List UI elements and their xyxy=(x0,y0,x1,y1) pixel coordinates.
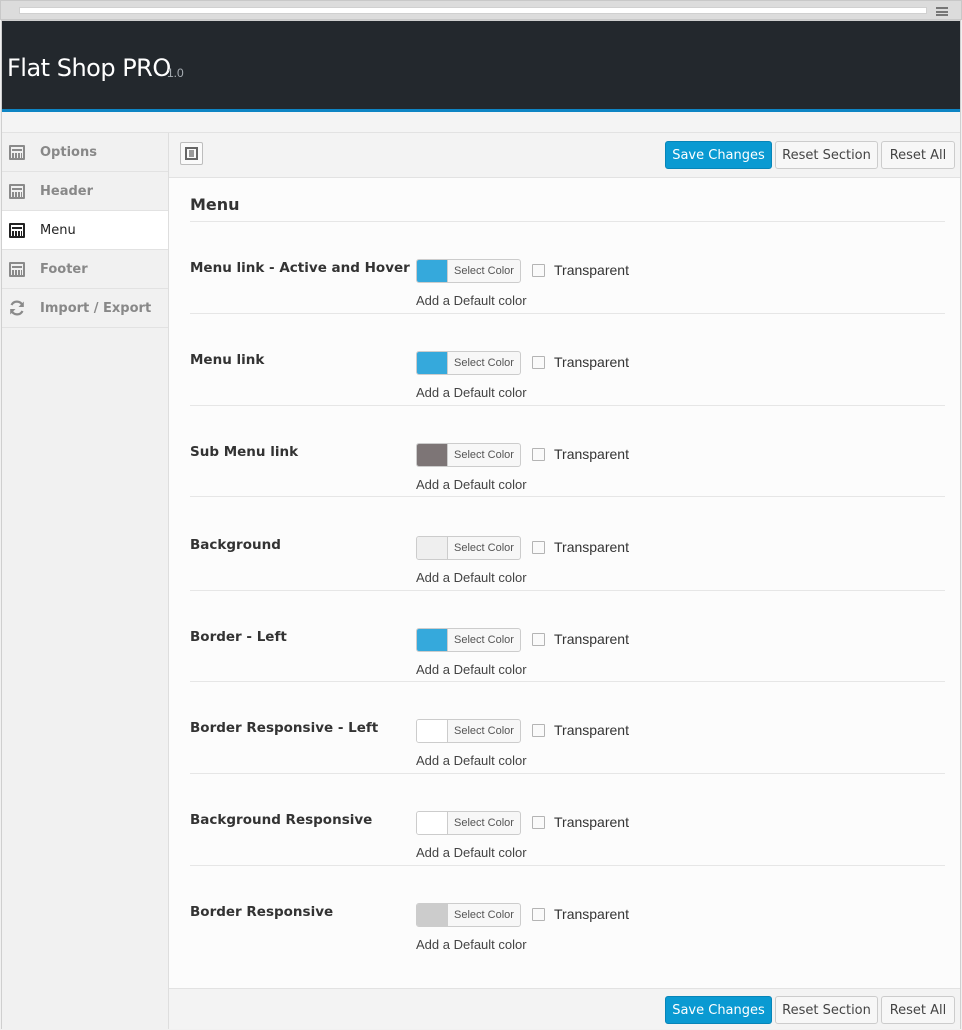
add-default-color-link[interactable]: Add a Default color xyxy=(416,570,527,585)
app-header: Flat Shop PRO 1.0 xyxy=(2,21,960,112)
transparent-label: Transparent xyxy=(554,354,629,370)
bottom-toolbar: Save Changes Reset Section Reset All xyxy=(169,988,960,1029)
select-color-label: Select Color xyxy=(454,542,514,554)
transparent-checkbox[interactable] xyxy=(532,816,545,829)
select-color-button[interactable]: Select Color xyxy=(416,351,521,375)
sidebar-item-label: Footer xyxy=(40,261,88,277)
field-label: Border - Left xyxy=(190,629,287,645)
save-button[interactable]: Save Changes xyxy=(665,996,772,1024)
save-button[interactable]: Save Changes xyxy=(665,141,772,169)
window-icon xyxy=(8,143,26,161)
select-color-label: Select Color xyxy=(454,634,514,646)
transparent-label: Transparent xyxy=(554,814,629,830)
field-label: Menu link - Active and Hover xyxy=(190,260,410,276)
sidebar-item-import-export[interactable]: Import / Export xyxy=(2,289,168,328)
transparent-label: Transparent xyxy=(554,906,629,922)
select-color-button[interactable]: Select Color xyxy=(416,443,521,467)
transparent-label: Transparent xyxy=(554,262,629,278)
transparent-checkbox[interactable] xyxy=(532,633,545,646)
color-swatch xyxy=(417,352,448,374)
add-default-color-link[interactable]: Add a Default color xyxy=(416,662,527,677)
top-toolbar: Save Changes Reset Section Reset All xyxy=(169,133,960,178)
field-label: Background xyxy=(190,537,281,553)
sidebar-item-label: Header xyxy=(40,183,94,199)
color-field-row: Border Responsive Select Color Transparent… xyxy=(190,866,945,958)
transparent-checkbox[interactable] xyxy=(532,264,545,277)
color-swatch xyxy=(417,720,448,742)
color-field-row: Menu link - Active and Hover Select Color… xyxy=(190,222,945,314)
select-color-button[interactable]: Select Color xyxy=(416,811,521,835)
reset-section-button[interactable]: Reset Section xyxy=(775,996,878,1024)
field-label: Border Responsive - Left xyxy=(190,720,379,736)
select-color-label: Select Color xyxy=(454,265,514,277)
sidebar-item-footer[interactable]: Footer xyxy=(2,250,168,289)
menu-icon[interactable] xyxy=(936,7,948,16)
add-default-color-link[interactable]: Add a Default color xyxy=(416,293,527,308)
select-color-label: Select Color xyxy=(454,725,514,737)
window-icon xyxy=(8,221,26,239)
transparent-checkbox[interactable] xyxy=(532,448,545,461)
field-label: Border Responsive xyxy=(190,904,334,920)
select-color-button[interactable]: Select Color xyxy=(416,903,521,927)
main-panel: Save Changes Reset Section Reset All Men… xyxy=(169,133,960,1029)
refresh-icon xyxy=(8,299,26,317)
app-version: 1.0 xyxy=(167,66,184,80)
add-default-color-link[interactable]: Add a Default color xyxy=(416,753,527,768)
browser-bar xyxy=(0,0,962,20)
transparent-checkbox[interactable] xyxy=(532,541,545,554)
transparent-label: Transparent xyxy=(554,722,629,738)
sidebar: Options Header Menu Footer Import / Expo… xyxy=(2,133,169,1029)
sidebar-item-label: Options xyxy=(40,144,97,160)
transparent-checkbox[interactable] xyxy=(532,724,545,737)
app-frame: Flat Shop PRO 1.0 Options Header Menu Fo… xyxy=(1,20,961,1029)
field-label: Menu link xyxy=(190,352,265,368)
add-default-color-link[interactable]: Add a Default color xyxy=(416,477,527,492)
app-title: Flat Shop PRO xyxy=(7,54,171,82)
sidebar-item-label: Menu xyxy=(40,222,76,238)
add-default-color-link[interactable]: Add a Default color xyxy=(416,385,527,400)
color-swatch xyxy=(417,812,448,834)
field-label: Background Responsive xyxy=(190,812,373,828)
transparent-checkbox[interactable] xyxy=(532,356,545,369)
sidebar-item-header[interactable]: Header xyxy=(2,172,168,211)
window-icon xyxy=(8,182,26,200)
color-swatch xyxy=(417,629,448,651)
transparent-label: Transparent xyxy=(554,446,629,462)
sub-header-bar xyxy=(2,112,960,133)
select-color-label: Select Color xyxy=(454,357,514,369)
color-swatch xyxy=(417,537,448,559)
sidebar-item-menu[interactable]: Menu xyxy=(2,211,168,250)
transparent-label: Transparent xyxy=(554,539,629,555)
address-bar[interactable] xyxy=(19,7,927,14)
reset-all-button[interactable]: Reset All xyxy=(881,996,955,1024)
section-title: Menu xyxy=(190,195,240,214)
color-field-row: Background Responsive Select Color Transpa… xyxy=(190,774,945,866)
reset-all-button[interactable]: Reset All xyxy=(881,141,955,169)
select-color-label: Select Color xyxy=(454,909,514,921)
field-label: Sub Menu link xyxy=(190,444,299,460)
reset-section-button[interactable]: Reset Section xyxy=(775,141,878,169)
color-swatch xyxy=(417,260,448,282)
select-color-label: Select Color xyxy=(454,817,514,829)
color-field-row: Menu link Select Color Transparent Add a De… xyxy=(190,314,945,406)
select-color-button[interactable]: Select Color xyxy=(416,719,521,743)
color-swatch xyxy=(417,444,448,466)
color-field-row: Border Responsive - Left Select Color Tran… xyxy=(190,682,945,774)
select-color-button[interactable]: Select Color xyxy=(416,628,521,652)
color-swatch xyxy=(417,904,448,926)
transparent-label: Transparent xyxy=(554,631,629,647)
select-color-button[interactable]: Select Color xyxy=(416,536,521,560)
select-color-button[interactable]: Select Color xyxy=(416,259,521,283)
color-field-row: Sub Menu link Select Color Transparent Add … xyxy=(190,406,945,497)
sidebar-item-label: Import / Export xyxy=(40,300,152,316)
layout-icon[interactable] xyxy=(180,142,203,165)
window-icon xyxy=(8,260,26,278)
select-color-label: Select Color xyxy=(454,449,514,461)
color-field-row: Background Select Color Transparent Add a D… xyxy=(190,497,945,591)
add-default-color-link[interactable]: Add a Default color xyxy=(416,937,527,952)
add-default-color-link[interactable]: Add a Default color xyxy=(416,845,527,860)
transparent-checkbox[interactable] xyxy=(532,908,545,921)
sidebar-item-options[interactable]: Options xyxy=(2,133,168,172)
color-field-row: Border - Left Select Color Transparent Add … xyxy=(190,591,945,682)
